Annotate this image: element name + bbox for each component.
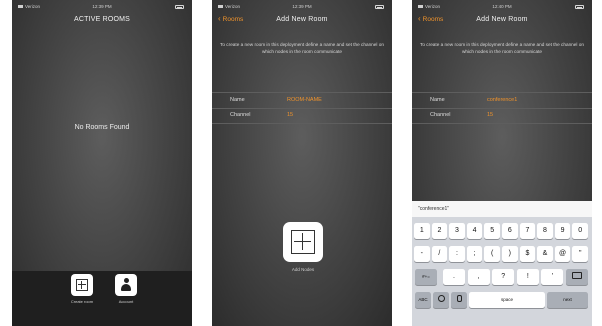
name-field[interactable]: ROOM-NAME: [287, 93, 322, 108]
name-field[interactable]: conference1: [487, 93, 517, 108]
channel-field[interactable]: 15: [287, 108, 293, 123]
name-label: Name: [430, 97, 445, 103]
nav-bar: ‹ Rooms Add New Room: [212, 12, 392, 30]
punctuation-key[interactable]: ': [541, 269, 564, 285]
instructions-text: To create a new room in this deployment …: [420, 42, 584, 54]
empty-state-message: No Rooms Found: [74, 124, 130, 131]
punctuation-key[interactable]: ?: [492, 269, 515, 285]
symbol-key[interactable]: :: [449, 246, 465, 262]
channel-label: Channel: [230, 112, 251, 118]
plus-square-icon: [291, 230, 315, 254]
name-row[interactable]: Name conference1: [412, 92, 592, 109]
number-key[interactable]: 8: [537, 223, 553, 239]
number-key[interactable]: 9: [554, 223, 571, 239]
symbol-key[interactable]: ;: [466, 246, 483, 262]
key-row-symbols: - /:;() $ & @ ": [412, 246, 592, 262]
bottom-tab-bar: Create room Account: [12, 271, 192, 326]
add-new-room-keyboard-screen: Verizon 12:40 PM ‹ Rooms Add New Room To …: [412, 0, 592, 326]
status-time: 12:39 PM: [92, 4, 112, 9]
status-time: 12:39 PM: [292, 4, 312, 9]
account-label: Account: [118, 299, 134, 304]
instructions-text: To create a new room in this deployment …: [220, 42, 384, 54]
key-row-numbers: 1234567890: [412, 223, 592, 239]
on-screen-keyboard: "conference1" 1234567890 - /:;() $ & @ " #+= …: [412, 201, 592, 326]
number-key[interactable]: 7: [519, 223, 536, 239]
active-rooms-screen: Verizon 12:39 PM ACTIVE ROOMS No Rooms F…: [12, 0, 192, 326]
microphone-icon: [456, 295, 462, 302]
symbol-key[interactable]: /: [431, 246, 448, 262]
punctuation-key[interactable]: ,: [467, 269, 490, 285]
abc-key[interactable]: ABC: [415, 292, 431, 308]
number-key[interactable]: 4: [466, 223, 483, 239]
number-key[interactable]: 2: [431, 223, 448, 239]
nav-bar: ACTIVE ROOMS: [12, 12, 192, 30]
autocomplete-suggestion[interactable]: "conference1": [412, 201, 592, 217]
symbol-key[interactable]: @: [554, 246, 571, 262]
punctuation-key[interactable]: !: [516, 269, 539, 285]
channel-row[interactable]: Channel 15: [212, 108, 392, 124]
add-new-room-screen: Verizon 12:39 PM ‹ Rooms Add New Room To …: [212, 0, 392, 326]
symbol-key[interactable]: $: [519, 246, 536, 262]
key-row-punctuation: #+= .,?! ': [412, 269, 592, 285]
battery-icon: [175, 5, 184, 9]
backspace-icon: [572, 272, 582, 279]
number-key[interactable]: 5: [484, 223, 500, 239]
battery-icon: [575, 5, 584, 9]
channel-field[interactable]: 15: [487, 108, 493, 123]
symbol-key[interactable]: ): [502, 246, 518, 262]
page-title: Add New Room: [476, 16, 528, 23]
name-row[interactable]: Name ROOM-NAME: [212, 92, 392, 109]
name-label: Name: [230, 97, 245, 103]
add-nodes-button[interactable]: Add Nodes: [273, 222, 333, 272]
number-key[interactable]: 1: [414, 223, 430, 239]
symbols-toggle-key[interactable]: #+=: [415, 269, 437, 285]
status-bar: Verizon 12:39 PM: [212, 2, 392, 12]
channel-row[interactable]: Channel 15: [412, 108, 592, 124]
page-title: ACTIVE ROOMS: [73, 16, 131, 23]
page-title: Add New Room: [276, 16, 328, 23]
globe-key[interactable]: [433, 292, 449, 308]
backspace-key[interactable]: [566, 269, 588, 285]
create-room-button[interactable]: Create room: [62, 274, 102, 304]
status-bar: Verizon 12:40 PM: [412, 2, 592, 12]
plus-square-icon: [76, 279, 88, 291]
number-key[interactable]: 6: [502, 223, 518, 239]
space-key[interactable]: space: [469, 292, 545, 308]
punctuation-key[interactable]: .: [443, 269, 465, 285]
key-row-bottom: ABC space next: [412, 292, 592, 308]
channel-label: Channel: [430, 112, 451, 118]
globe-icon: [437, 295, 445, 302]
mic-key[interactable]: [451, 292, 467, 308]
add-nodes-label: Add Nodes: [291, 267, 315, 272]
status-bar: Verizon 12:39 PM: [12, 2, 192, 12]
battery-icon: [375, 5, 384, 9]
account-button[interactable]: Account: [106, 274, 146, 304]
next-key[interactable]: next: [547, 292, 588, 308]
status-time: 12:40 PM: [492, 4, 512, 9]
symbol-key[interactable]: &: [537, 246, 553, 262]
symbol-key[interactable]: ": [572, 246, 588, 262]
symbol-key[interactable]: (: [484, 246, 500, 262]
nav-bar: ‹ Rooms Add New Room: [412, 12, 592, 30]
number-key[interactable]: 0: [572, 223, 588, 239]
person-icon: [121, 278, 131, 292]
create-room-label: Create room: [70, 299, 94, 304]
number-key[interactable]: 3: [449, 223, 465, 239]
symbol-key[interactable]: -: [414, 246, 430, 262]
